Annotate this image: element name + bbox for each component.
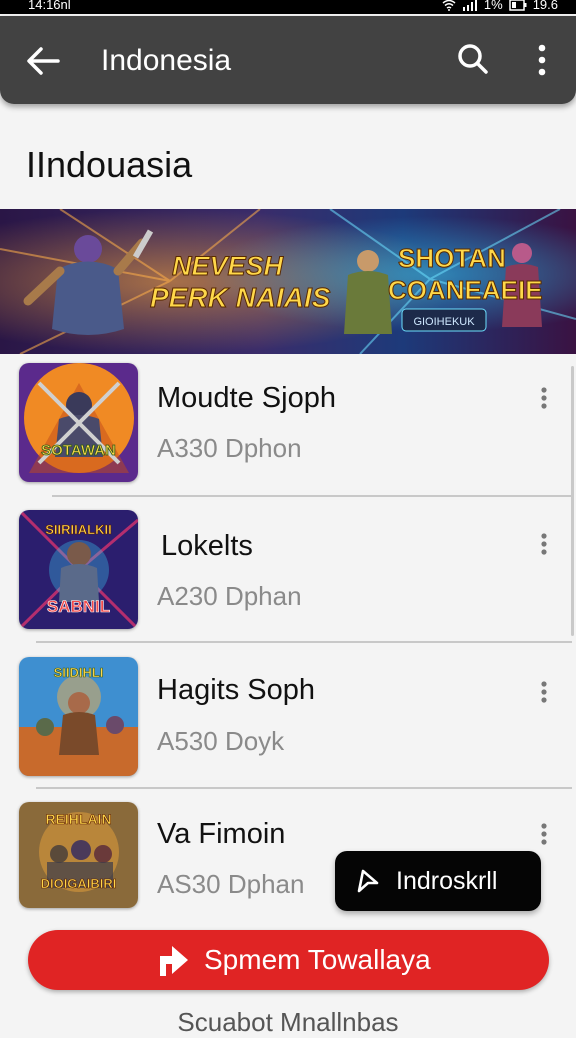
banner-left-line1: NEVESH — [172, 251, 284, 281]
banner-left-line2: PERK NAIAIS — [150, 282, 331, 313]
item-subtitle: A530 Doyk — [157, 726, 285, 756]
search-icon[interactable] — [452, 38, 494, 80]
banner-right-title-line2: COANEAEIE — [388, 275, 543, 305]
divider — [52, 495, 572, 497]
primary-cta-button[interactable]: Spmem Towallaya — [28, 930, 549, 990]
scrollbar[interactable] — [571, 366, 574, 636]
item-title: Va Fimoin — [157, 818, 286, 850]
app-bar: Indonesia — [0, 16, 576, 104]
banner-right-title-line1: SHOTAN — [398, 243, 506, 273]
thumbnail-art: SIIDIHLI — [19, 657, 138, 776]
thumbnail-text: SOTAWAN — [41, 442, 116, 459]
app-thumbnail: REIHLAIN DIOIGAIBIRI — [19, 802, 138, 908]
more-vert-icon[interactable] — [530, 384, 558, 412]
status-icons: 1% 19.6 — [442, 0, 558, 12]
app-thumbnail: SIIDIHLI — [19, 657, 138, 776]
status-clock-right: 19.6 — [532, 0, 558, 12]
thumbnail-art: SIIRIIALKII SABNIL — [19, 510, 138, 629]
app-thumbnail: SIIRIIALKII SABNIL — [19, 510, 138, 629]
more-vert-icon[interactable] — [522, 38, 562, 80]
app-bar-title: Indonesia — [101, 44, 232, 77]
more-vert-icon[interactable] — [530, 820, 558, 848]
share-arrow-icon — [160, 946, 188, 976]
signal-icon — [462, 0, 477, 11]
app-list: SOTAWAN Moudte Sjoph A330 Dphon SIIRIIAL… — [0, 354, 576, 914]
battery-percent: 1% — [483, 0, 503, 12]
thumbnail-text: SABNIL — [47, 597, 110, 616]
cta-label: Spmem Towallaya — [204, 944, 431, 975]
divider — [36, 641, 572, 643]
status-time: 14:16nl — [28, 0, 71, 12]
list-item[interactable]: SIIRIIALKII SABNIL Lokelts A230 Dphan — [0, 500, 576, 646]
item-title: Lokelts — [161, 530, 253, 562]
item-title: Moudte Sjoph — [157, 382, 336, 414]
item-title: Hagits Soph — [157, 674, 315, 706]
banner-art: NEVESH PERK NAIAIS SHOTAN COANEAEIE GIOI… — [0, 209, 576, 354]
app-thumbnail: SOTAWAN — [19, 363, 138, 482]
thumbnail-art: REIHLAIN DIOIGAIBIRI — [19, 802, 138, 908]
divider — [36, 787, 572, 789]
banner-right-badge: GIOIHEKUK — [413, 316, 475, 328]
item-subtitle: AS30 Dphan — [157, 869, 305, 899]
thumbnail-art: SOTAWAN — [19, 363, 138, 482]
battery-icon — [508, 0, 527, 11]
status-bar: 14:16nl 1% 19.6 — [0, 0, 576, 14]
pill-label: Indroskrll — [396, 867, 498, 895]
thumbnail-top-text: SIIRIIALKII — [45, 522, 111, 537]
list-item[interactable]: SOTAWAN Moudte Sjoph A330 Dphon — [0, 354, 576, 500]
arrow-left-icon[interactable] — [22, 40, 64, 82]
item-subtitle: A330 Dphon — [157, 433, 302, 463]
floating-action-pill[interactable]: Indroskrll — [335, 851, 541, 911]
cursor-icon — [357, 869, 379, 893]
footer-link[interactable]: Scuabot Mnallnbas — [0, 1006, 576, 1038]
promo-banner[interactable]: NEVESH PERK NAIAIS SHOTAN COANEAEIE GIOI… — [0, 209, 576, 354]
thumbnail-text: SIIDIHLI — [54, 665, 104, 680]
list-item[interactable]: SIIDIHLI Hagits Soph A530 Doyk — [0, 646, 576, 792]
thumbnail-top-text: REIHLAIN — [45, 811, 111, 827]
wifi-icon — [442, 0, 456, 11]
page-title: IIndouasia — [26, 144, 193, 185]
more-vert-icon[interactable] — [530, 530, 558, 558]
thumbnail-text: DIOIGAIBIRI — [41, 876, 117, 891]
item-subtitle: A230 Dphan — [157, 581, 302, 611]
more-vert-icon[interactable] — [530, 678, 558, 706]
